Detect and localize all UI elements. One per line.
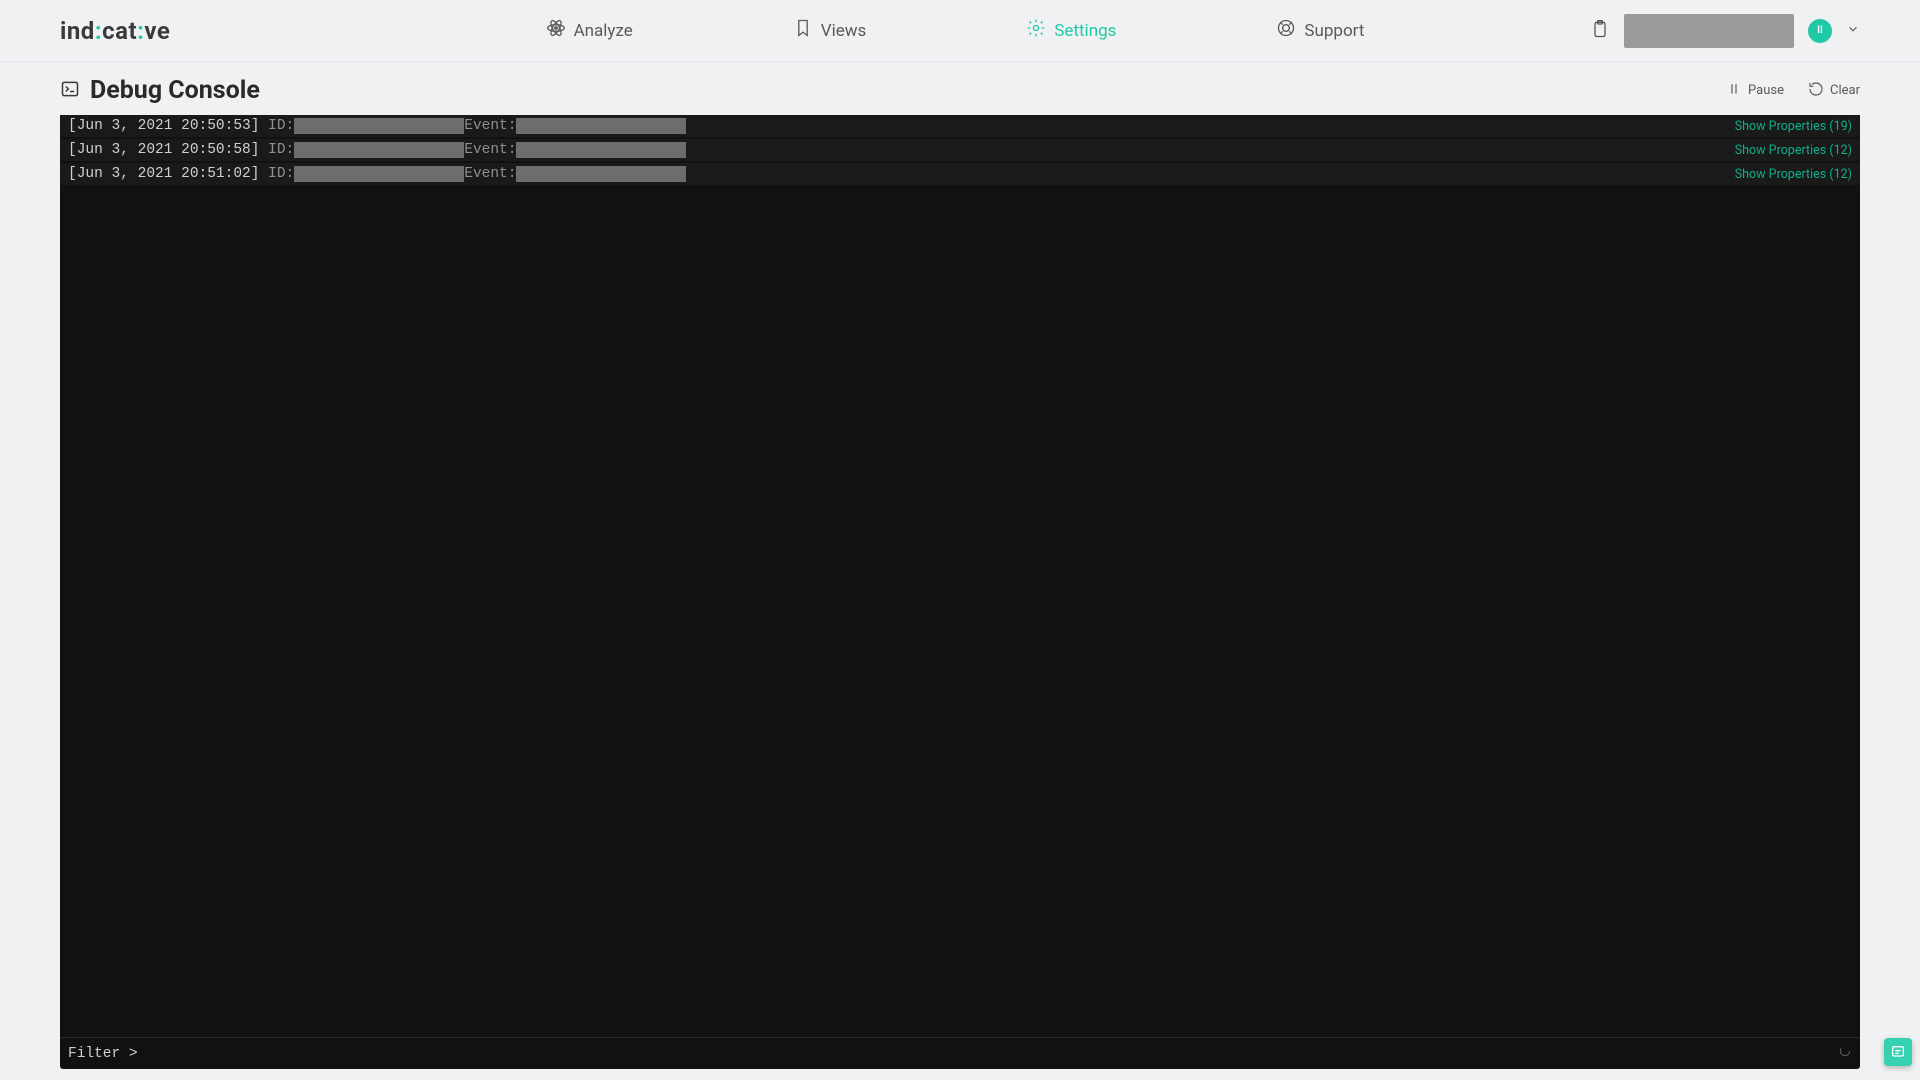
atom-icon	[546, 18, 566, 43]
console-row: [Jun 3, 2021 20:50:58] ID: Event: Show Pro…	[60, 139, 1860, 161]
console-rows: [Jun 3, 2021 20:50:53] ID: Event: Show Pro…	[60, 115, 1860, 187]
event-label: Event:	[464, 166, 516, 182]
row-timestamp: [Jun 3, 2021 20:50:58]	[68, 142, 259, 158]
console-empty-area	[60, 187, 1860, 1037]
row-timestamp: [Jun 3, 2021 20:51:02]	[68, 166, 259, 182]
chevron-down-icon[interactable]	[1846, 21, 1860, 40]
bookmark-icon	[793, 18, 813, 43]
nav-support[interactable]: Support	[1276, 18, 1364, 43]
user-avatar[interactable]: II	[1808, 19, 1832, 43]
id-value-redacted	[294, 118, 464, 134]
undo-icon	[1808, 81, 1824, 101]
show-properties-link[interactable]: Show Properties (19)	[1735, 119, 1852, 134]
event-value-redacted	[516, 118, 686, 134]
spinner-icon	[1838, 1044, 1852, 1063]
terminal-icon	[60, 79, 80, 103]
event-value-redacted	[516, 142, 686, 158]
topbar-right: II	[1590, 14, 1860, 48]
nav-settings[interactable]: Settings	[1026, 18, 1116, 43]
clear-button[interactable]: Clear	[1808, 81, 1860, 101]
nav-views-label: Views	[821, 21, 867, 41]
show-properties-link[interactable]: Show Properties (12)	[1735, 167, 1852, 182]
pause-icon	[1726, 81, 1742, 101]
page-actions: Pause Clear	[1726, 81, 1860, 101]
row-timestamp: [Jun 3, 2021 20:50:53]	[68, 118, 259, 134]
clear-label: Clear	[1830, 83, 1860, 98]
nav-support-label: Support	[1304, 21, 1364, 41]
console-filter-bar: Filter >	[60, 1037, 1860, 1069]
pause-button[interactable]: Pause	[1726, 81, 1784, 101]
lifering-icon	[1276, 18, 1296, 43]
help-widget[interactable]	[1884, 1038, 1912, 1066]
id-label: ID:	[259, 118, 294, 134]
id-value-redacted	[294, 166, 464, 182]
console-row: [Jun 3, 2021 20:50:53] ID: Event: Show Pro…	[60, 115, 1860, 137]
console-row: [Jun 3, 2021 20:51:02] ID: Event: Show Pro…	[60, 163, 1860, 185]
id-label: ID:	[259, 166, 294, 182]
id-value-redacted	[294, 142, 464, 158]
event-label: Event:	[464, 142, 516, 158]
primary-nav: Analyze Views Settings Support	[320, 18, 1590, 43]
debug-console: [Jun 3, 2021 20:50:53] ID: Event: Show Pro…	[60, 115, 1860, 1069]
nav-views[interactable]: Views	[793, 18, 867, 43]
filter-input[interactable]	[138, 1046, 1838, 1062]
id-label: ID:	[259, 142, 294, 158]
event-value-redacted	[516, 166, 686, 182]
page-title: Debug Console	[90, 76, 260, 105]
top-nav: ind:cat:ve Analyze Views Settings Suppor…	[0, 0, 1920, 62]
event-label: Event:	[464, 118, 516, 134]
pause-label: Pause	[1748, 83, 1784, 98]
page-header: Debug Console Pause Clear	[0, 62, 1920, 115]
nav-analyze-label: Analyze	[574, 21, 633, 41]
project-selector-redacted[interactable]	[1624, 14, 1794, 48]
gear-icon	[1026, 18, 1046, 43]
clipboard-icon[interactable]	[1590, 19, 1610, 43]
nav-settings-label: Settings	[1054, 21, 1116, 41]
nav-analyze[interactable]: Analyze	[546, 18, 633, 43]
brand-logo[interactable]: ind:cat:ve	[60, 17, 320, 45]
filter-prompt: Filter >	[68, 1046, 138, 1062]
page-title-group: Debug Console	[60, 76, 260, 105]
show-properties-link[interactable]: Show Properties (12)	[1735, 143, 1852, 158]
